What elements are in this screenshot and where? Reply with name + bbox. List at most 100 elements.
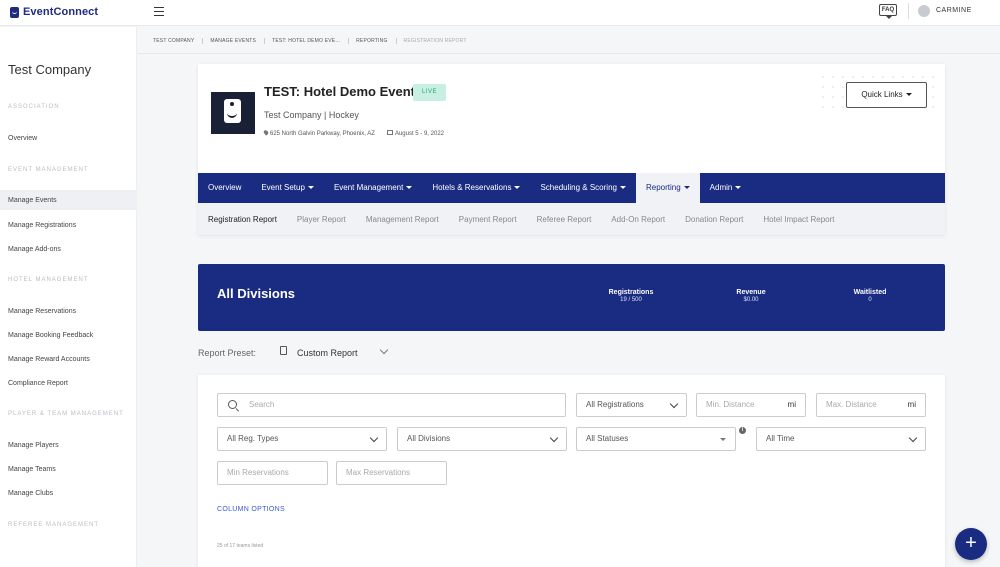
event-address: 625 North Galvin Parkway, Phoenix, AZ <box>262 129 375 137</box>
select-value: All Divisions <box>407 434 451 443</box>
divider <box>138 53 1000 54</box>
section-association: ASSOCIATION <box>8 104 60 110</box>
breadcrumb-item[interactable]: MANAGE EVENTS <box>210 38 266 44</box>
section-event-management: EVENT MANAGEMENT <box>8 167 89 173</box>
select-value: All Registrations <box>586 400 644 409</box>
time-select[interactable]: All Time <box>756 427 926 451</box>
divisions-banner: All Divisions Registrations 19 / 500 Rev… <box>198 264 945 331</box>
dates-text: August 5 - 9, 2022 <box>394 131 444 137</box>
nav-hotels-reservations[interactable]: Hotels & Reservations <box>422 173 530 203</box>
nav-admin[interactable]: Admin <box>700 173 752 203</box>
input-placeholder: Min. Distance <box>706 400 755 409</box>
nav-label: Event Management <box>333 183 404 192</box>
report-sub-nav: Registration Report Player Report Manage… <box>198 203 945 235</box>
section-player-team-management: PLAYER & TEAM MANAGEMENT <box>8 411 124 417</box>
sidebar-item-manage-clubs[interactable]: Manage Clubs <box>8 490 53 497</box>
divisions-select[interactable]: All Divisions <box>397 427 567 451</box>
search-input[interactable]: Search <box>217 393 566 417</box>
tab-registration-report[interactable]: Registration Report <box>208 215 277 224</box>
app-logo[interactable]: EventConnect <box>10 6 98 18</box>
input-placeholder: Max. Distance <box>826 400 877 409</box>
max-distance-input[interactable]: Max. Distance mi <box>816 393 926 417</box>
tab-hotel-impact-report[interactable]: Hotel Impact Report <box>763 215 834 224</box>
reg-types-select[interactable]: All Reg. Types <box>217 427 387 451</box>
stat-value: 0 <box>868 297 872 303</box>
address-text: 625 North Galvin Parkway, Phoenix, AZ <box>270 131 375 137</box>
chevron-down-icon <box>549 433 559 443</box>
tab-referee-report[interactable]: Referee Report <box>537 215 592 224</box>
sidebar-item-manage-addons[interactable]: Manage Add-ons <box>8 246 61 253</box>
column-options-link[interactable]: COLUMN OPTIONS <box>217 506 285 513</box>
tab-payment-report[interactable]: Payment Report <box>459 215 517 224</box>
min-distance-input[interactable]: Min. Distance mi <box>696 393 806 417</box>
registrations-select[interactable]: All Registrations <box>576 393 687 417</box>
divider <box>908 3 909 19</box>
statuses-select[interactable]: All Statuses <box>576 427 736 451</box>
nav-label: Event Setup <box>261 183 305 192</box>
user-name[interactable]: CARMINE <box>936 7 972 14</box>
sidebar: Test Company ASSOCIATION Overview EVENT … <box>0 27 137 567</box>
event-logo <box>211 92 255 134</box>
info-icon[interactable]: i <box>739 427 746 434</box>
avatar[interactable] <box>918 5 930 17</box>
breadcrumb-item[interactable]: TEST: HOTEL DEMO EVE... <box>272 38 350 44</box>
report-preset-select[interactable]: Custom Report <box>297 348 358 358</box>
unit-label: mi <box>787 400 796 409</box>
faq-icon[interactable]: FAQ <box>879 4 897 19</box>
nav-label: Hotels & Reservations <box>432 183 512 192</box>
stat-registrations: Registrations 19 / 500 <box>591 289 671 303</box>
event-meta: 625 North Galvin Parkway, Phoenix, AZ Au… <box>262 129 444 137</box>
chevron-down-icon[interactable] <box>379 345 389 355</box>
nav-event-management[interactable]: Event Management <box>324 173 422 203</box>
caret-down-icon <box>683 186 690 190</box>
tab-management-report[interactable]: Management Report <box>366 215 439 224</box>
sidebar-item-manage-teams[interactable]: Manage Teams <box>8 466 56 473</box>
quick-links-button[interactable]: Quick Links <box>846 82 927 108</box>
select-value: All Reg. Types <box>227 434 279 443</box>
breadcrumb: TEST COMPANY MANAGE EVENTS TEST: HOTEL D… <box>153 38 482 44</box>
nav-overview[interactable]: Overview <box>198 173 251 203</box>
tab-donation-report[interactable]: Donation Report <box>685 215 743 224</box>
tab-player-report[interactable]: Player Report <box>297 215 346 224</box>
caret-down-icon <box>735 186 742 190</box>
input-placeholder: Max Reservations <box>346 468 411 477</box>
nav-event-setup[interactable]: Event Setup <box>251 173 324 203</box>
caret-down-icon <box>619 186 626 190</box>
caret-down-icon <box>307 186 314 190</box>
company-name: Test Company <box>8 62 92 77</box>
nav-reporting[interactable]: Reporting <box>635 173 700 203</box>
caret-down-icon <box>720 438 726 441</box>
sidebar-item-manage-reward-accounts[interactable]: Manage Reward Accounts <box>8 356 90 363</box>
logo-icon <box>10 6 19 18</box>
breadcrumb-current: REGISTRATION REPORT <box>403 38 467 44</box>
tab-addon-report[interactable]: Add-On Report <box>611 215 665 224</box>
caret-down-icon <box>406 186 413 190</box>
sidebar-item-overview[interactable]: Overview <box>8 135 37 142</box>
stat-label: Waitlisted <box>853 289 887 296</box>
select-value: All Time <box>766 434 795 443</box>
location-pin-icon <box>262 129 270 136</box>
results-count: 25 of 17 teams listed <box>217 543 264 549</box>
sidebar-item-manage-events[interactable]: Manage Events <box>8 197 57 204</box>
event-header-card: TEST: Hotel Demo Event LIVE Test Company… <box>198 64 945 235</box>
breadcrumb-item[interactable]: TEST COMPANY <box>153 38 204 44</box>
input-placeholder: Min Reservations <box>227 468 289 477</box>
calendar-icon <box>386 130 393 135</box>
unit-label: mi <box>907 400 916 409</box>
sidebar-item-manage-booking-feedback[interactable]: Manage Booking Feedback <box>8 332 93 339</box>
chevron-down-icon <box>908 433 918 443</box>
min-reservations-input[interactable]: Min Reservations <box>217 461 328 485</box>
sidebar-item-manage-players[interactable]: Manage Players <box>8 442 59 449</box>
breadcrumb-item[interactable]: REPORTING <box>356 38 397 44</box>
banner-title: All Divisions <box>217 286 296 301</box>
sidebar-item-manage-reservations[interactable]: Manage Reservations <box>8 308 76 315</box>
search-icon <box>228 400 237 409</box>
hamburger-menu-icon[interactable] <box>154 7 164 16</box>
sidebar-item-manage-registrations[interactable]: Manage Registrations <box>8 222 76 229</box>
max-reservations-input[interactable]: Max Reservations <box>336 461 447 485</box>
caret-down-icon <box>905 93 912 97</box>
chevron-down-icon <box>669 399 679 409</box>
add-button[interactable]: + <box>955 528 987 560</box>
sidebar-item-compliance-report[interactable]: Compliance Report <box>8 380 68 387</box>
nav-scheduling-scoring[interactable]: Scheduling & Scoring <box>530 173 636 203</box>
